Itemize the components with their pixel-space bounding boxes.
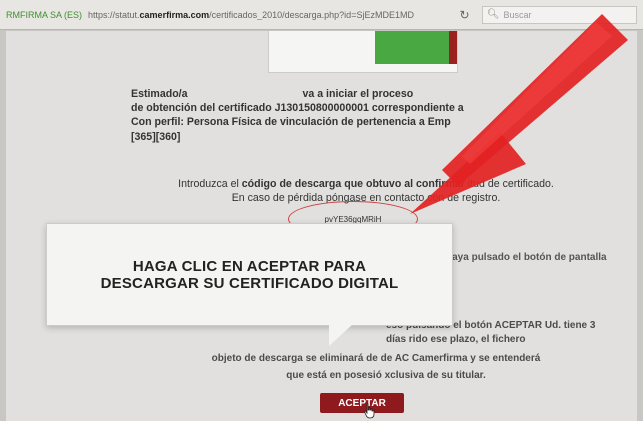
- red-arrow-head: [410, 132, 526, 214]
- red-arrow-annotation: [410, 14, 628, 214]
- red-arrow-highlight: [462, 22, 612, 164]
